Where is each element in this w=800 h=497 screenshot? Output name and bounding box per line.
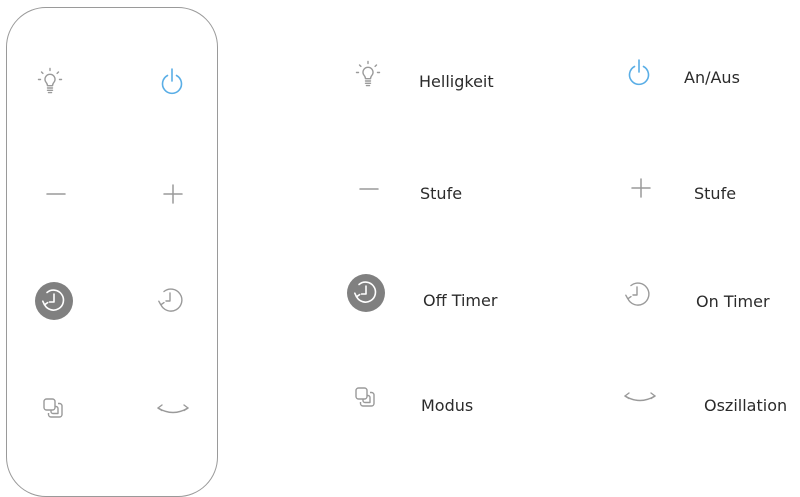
bulb-icon[interactable] [34,66,66,98]
legend-on-timer-icon [621,278,653,310]
minus-icon[interactable] [40,178,72,210]
oscillation-icon[interactable] [153,400,193,420]
legend-bulb-icon [352,59,384,91]
label-oszillation: Oszillation [704,396,788,415]
label-stufe-plus: Stufe [694,184,737,203]
legend-plus-icon [625,172,657,204]
plus-icon[interactable] [157,178,189,210]
label-on-timer: On Timer [696,292,770,311]
legend-power-icon [623,57,655,89]
off-timer-icon[interactable] [34,281,74,321]
label-an-aus: An/Aus [684,68,740,87]
power-icon[interactable] [156,66,188,98]
on-timer-icon[interactable] [154,284,186,316]
legend-minus-icon [353,173,385,205]
mode-icon[interactable] [37,392,69,424]
label-off-timer: Off Timer [423,291,498,310]
label-helligkeit: Helligkeit [419,72,494,91]
label-stufe-minus: Stufe [420,184,463,203]
legend-off-timer-icon [346,273,386,313]
legend-oscillation-icon [620,388,660,408]
label-modus: Modus [421,396,474,415]
legend-mode-icon [349,381,381,413]
